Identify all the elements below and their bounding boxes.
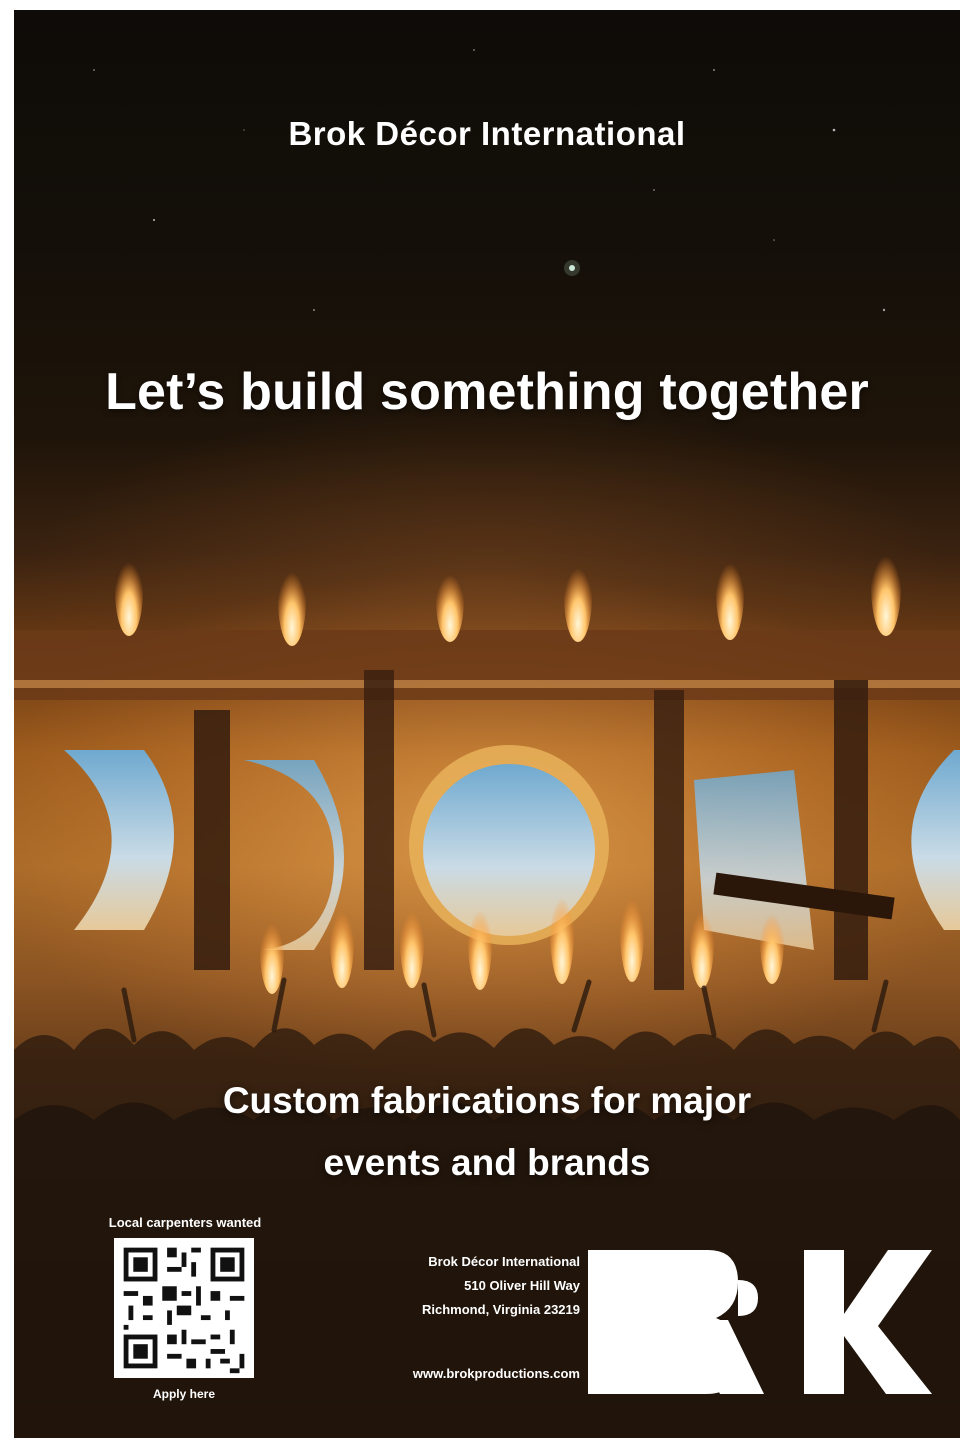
recruit-label: Local carpenters wanted [108,1215,262,1230]
tagline: Custom fabrications for major events and… [14,1070,960,1194]
qr-code[interactable] [114,1238,254,1378]
headline: Let’s build something together [105,363,869,421]
contact-city: Richmond, Virginia 23219 [422,1302,580,1317]
contact-street: 510 Oliver Hill Way [464,1278,580,1293]
brk-logo [588,1250,932,1394]
brand-name-top: Brok Décor International [288,115,686,152]
qr-code-icon [114,1238,254,1378]
contact-company: Brok Décor International [428,1254,580,1269]
tagline-line-1: Custom fabrications for major [222,1080,752,1121]
poster: Brok Décor International Let’s build som… [14,10,960,1438]
website-link[interactable]: www.brokproductions.com [314,1366,580,1381]
night-sky-stars [93,49,886,312]
tagline-line-2: events and brands [323,1142,651,1183]
apply-link[interactable]: Apply here [114,1387,254,1401]
contact-address: Brok Décor International 510 Oliver Hill… [314,1250,580,1322]
